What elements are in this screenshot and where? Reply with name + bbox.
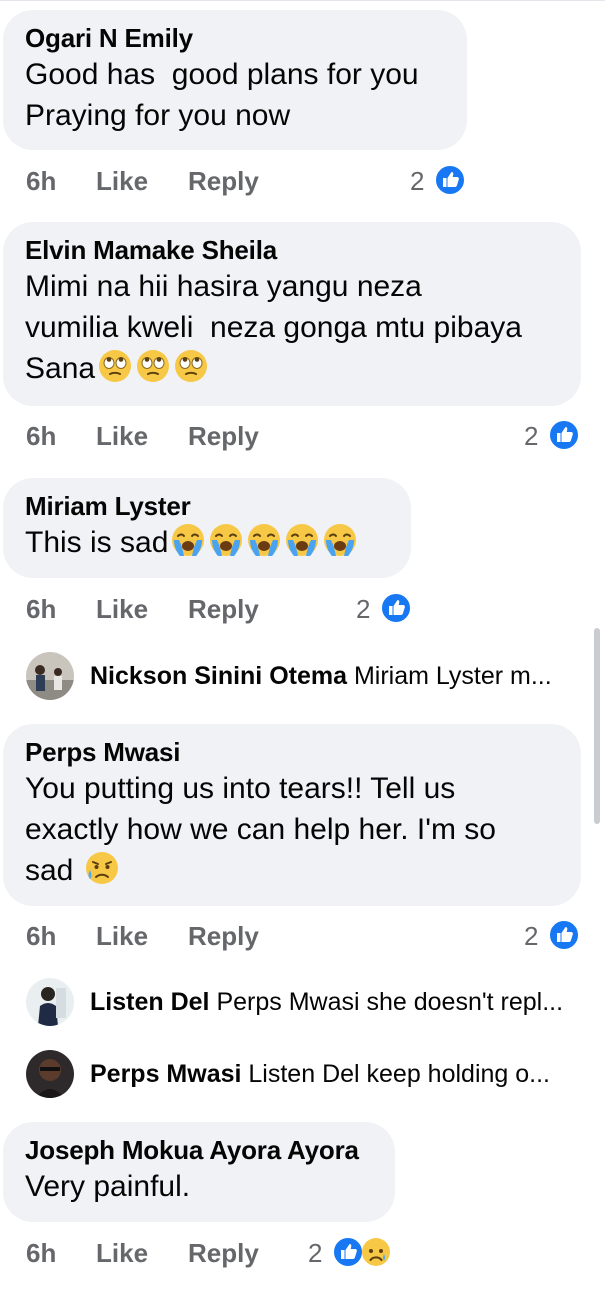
comment-author[interactable]: Ogari N Emily bbox=[25, 22, 445, 54]
comment-text-line: Praying for you now bbox=[25, 99, 291, 132]
loudly-crying-face-emoji bbox=[284, 522, 320, 558]
reaction-count[interactable]: 2 bbox=[524, 421, 538, 452]
comment-text-line: sad bbox=[25, 850, 559, 891]
reply-button[interactable]: Reply bbox=[188, 1238, 259, 1269]
comment-actions: 6h Like Reply 2 bbox=[26, 1238, 426, 1272]
reply-author[interactable]: Perps Mwasi bbox=[90, 1060, 241, 1088]
comment-time[interactable]: 6h bbox=[26, 421, 56, 452]
reaction-count[interactable]: 2 bbox=[308, 1238, 322, 1269]
comment-author[interactable]: Elvin Mamake Sheila bbox=[25, 234, 559, 266]
face-with-rolling-eyes-emoji bbox=[97, 348, 133, 384]
reply-preview[interactable]: Nickson Sinini Otema Miriam Lyster m... bbox=[26, 652, 586, 700]
avatar[interactable] bbox=[26, 652, 74, 700]
comment-text-line: Very painful. bbox=[25, 1170, 191, 1203]
comment-actions: 6h Like Reply 2 bbox=[26, 921, 596, 955]
thumbs-up-icon[interactable] bbox=[548, 419, 580, 451]
comment-bubble: Perps Mwasi You putting us into tears!! … bbox=[3, 724, 581, 906]
reply-button[interactable]: Reply bbox=[188, 421, 259, 452]
reply-button[interactable]: Reply bbox=[188, 166, 259, 197]
comment-text-line: Mimi na hii hasira yangu neza bbox=[25, 270, 422, 303]
comment-author[interactable]: Joseph Mokua Ayora Ayora bbox=[25, 1134, 373, 1166]
like-button[interactable]: Like bbox=[96, 421, 148, 452]
thumbs-up-icon[interactable] bbox=[548, 919, 580, 951]
thumbs-up-icon[interactable] bbox=[380, 592, 412, 624]
sad-but-relieved-face-emoji bbox=[84, 850, 120, 886]
loudly-crying-face-emoji bbox=[208, 522, 244, 558]
comment-bubble: Ogari N Emily Good has good plans for yo… bbox=[3, 10, 467, 150]
reaction-count[interactable]: 2 bbox=[410, 166, 424, 197]
comment-text-line: Good has good plans for you bbox=[25, 58, 419, 91]
avatar[interactable] bbox=[26, 1050, 74, 1098]
loudly-crying-face-emoji bbox=[246, 522, 282, 558]
like-button[interactable]: Like bbox=[96, 594, 148, 625]
reaction-count[interactable]: 2 bbox=[356, 594, 370, 625]
comment-actions: 6h Like Reply 2 bbox=[26, 594, 426, 628]
comment-text-line: You putting us into tears!! Tell us bbox=[25, 772, 456, 805]
comment-time[interactable]: 6h bbox=[26, 166, 56, 197]
like-button[interactable]: Like bbox=[96, 166, 148, 197]
reply-author[interactable]: Listen Del bbox=[90, 988, 209, 1016]
avatar[interactable] bbox=[26, 978, 74, 1026]
comment-text: This is sad bbox=[25, 526, 169, 559]
reaction-count[interactable]: 2 bbox=[524, 921, 538, 952]
scrollbar[interactable] bbox=[594, 628, 600, 824]
reply-author[interactable]: Nickson Sinini Otema bbox=[90, 662, 347, 690]
reply-button[interactable]: Reply bbox=[188, 921, 259, 952]
reply-snippet: Listen Del keep holding o... bbox=[248, 1060, 550, 1088]
comment-bubble: Miriam Lyster This is sad bbox=[3, 478, 411, 578]
loudly-crying-face-emoji bbox=[322, 522, 358, 558]
comment-actions: 6h Like Reply 2 bbox=[26, 421, 596, 455]
comment-text: sad bbox=[25, 854, 74, 887]
comment-time[interactable]: 6h bbox=[26, 921, 56, 952]
face-with-rolling-eyes-emoji bbox=[135, 348, 171, 384]
top-divider bbox=[0, 0, 605, 1]
comment-text-line: This is sad bbox=[25, 522, 389, 563]
reply-preview[interactable]: Listen Del Perps Mwasi she doesn't repl.… bbox=[26, 978, 586, 1026]
like-button[interactable]: Like bbox=[96, 1238, 148, 1269]
reply-snippet: Miriam Lyster m... bbox=[353, 662, 552, 690]
comment-text: Sana bbox=[25, 352, 96, 385]
reply-button[interactable]: Reply bbox=[188, 594, 259, 625]
comment-actions: 6h Like Reply 2 bbox=[26, 166, 486, 200]
comment-text-line: exactly how we can help her. I'm so bbox=[25, 813, 496, 846]
comment-bubble: Joseph Mokua Ayora Ayora Very painful. bbox=[3, 1122, 395, 1222]
face-with-rolling-eyes-emoji bbox=[173, 348, 209, 384]
loudly-crying-face-emoji bbox=[170, 522, 206, 558]
comment-text-line: Sana bbox=[25, 348, 559, 389]
sad-face-icon[interactable] bbox=[360, 1236, 392, 1268]
comment-author[interactable]: Miriam Lyster bbox=[25, 490, 389, 522]
reply-snippet: Perps Mwasi she doesn't repl... bbox=[216, 988, 564, 1016]
reply-preview-text: Nickson Sinini Otema Miriam Lyster m... bbox=[90, 661, 590, 691]
comment-bubble: Elvin Mamake Sheila Mimi na hii hasira y… bbox=[3, 222, 581, 406]
comment-text-line: vumilia kweli neza gonga mtu pibaya bbox=[25, 311, 522, 344]
comment-time[interactable]: 6h bbox=[26, 1238, 56, 1269]
reply-preview[interactable]: Perps Mwasi Listen Del keep holding o... bbox=[26, 1050, 586, 1098]
reply-preview-text: Listen Del Perps Mwasi she doesn't repl.… bbox=[90, 987, 590, 1017]
comment-time[interactable]: 6h bbox=[26, 594, 56, 625]
comment-author[interactable]: Perps Mwasi bbox=[25, 736, 559, 768]
reply-preview-text: Perps Mwasi Listen Del keep holding o... bbox=[90, 1059, 590, 1089]
thumbs-up-icon[interactable] bbox=[434, 164, 466, 196]
like-button[interactable]: Like bbox=[96, 921, 148, 952]
